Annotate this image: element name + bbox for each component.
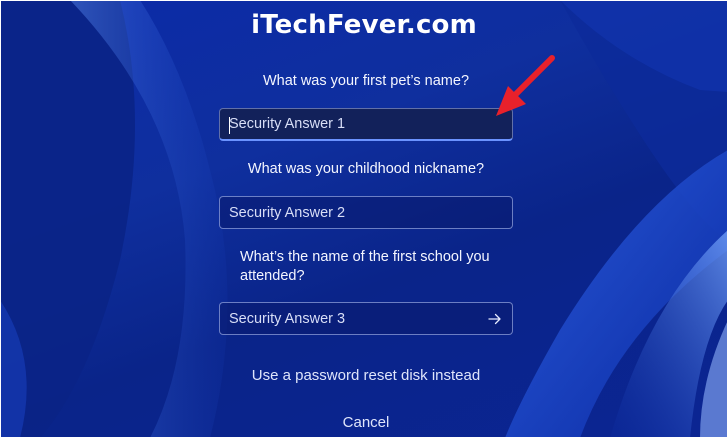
security-answer-3-input[interactable] — [220, 303, 512, 334]
security-answer-1-input[interactable] — [220, 109, 512, 139]
submit-arrow-button[interactable] — [484, 308, 506, 330]
cancel-link[interactable]: Cancel — [0, 414, 728, 431]
security-answer-3-field[interactable] — [219, 302, 513, 335]
security-answer-1-field[interactable] — [219, 108, 513, 141]
reset-disk-link[interactable]: Use a password reset disk instead — [0, 367, 728, 384]
watermark-text: iTechFever.com — [251, 10, 477, 40]
question-3-label: What’s the name of the first school you … — [240, 249, 490, 284]
text-cursor — [229, 117, 230, 134]
security-answer-2-input[interactable] — [220, 197, 512, 228]
arrow-right-icon — [488, 313, 501, 325]
red-arrow-icon — [496, 55, 555, 116]
security-answer-2-field[interactable] — [219, 196, 513, 229]
question-1-label: What was your first pet’s name? — [262, 73, 470, 89]
question-2-label: What was your childhood nickname? — [247, 161, 485, 177]
